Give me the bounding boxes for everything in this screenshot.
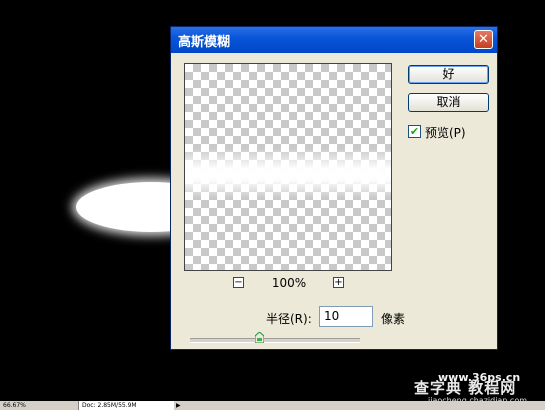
dialog-titlebar[interactable]: 高斯模糊 ✕ [171,27,497,53]
dialog-title: 高斯模糊 [178,35,231,50]
minus-icon: − [234,277,243,288]
gaussian-blur-dialog: 高斯模糊 ✕ − 100% + 好 取消 ✔ 预览(P) 半径(R): 10 像… [170,26,498,350]
plus-icon: + [334,277,343,288]
zoom-out-button[interactable]: − [233,277,244,288]
ok-button[interactable]: 好 [408,65,489,84]
status-bar: 66.67% Doc: 2.85M/55.9M ▶ [0,401,545,410]
doc-size-status: Doc: 2.85M/55.9M [78,401,174,410]
close-button[interactable]: ✕ [474,30,493,49]
status-menu-arrow-icon[interactable]: ▶ [176,401,181,410]
radius-slider-track[interactable] [190,338,360,343]
cancel-button[interactable]: 取消 [408,93,489,112]
preview-area[interactable] [184,63,392,271]
preview-label[interactable]: 预览(P) [425,124,466,141]
watermark-logo: 查字典 教程网 [414,379,517,397]
radius-input[interactable]: 10 [319,306,373,327]
zoom-in-button[interactable]: + [333,277,344,288]
preview-checkbox[interactable]: ✔ [408,125,421,138]
zoom-status[interactable]: 66.67% [3,401,26,410]
zoom-level: 100% [271,276,307,290]
radius-label: 半径(R): [266,312,312,326]
radius-unit-label: 像素 [381,312,406,326]
close-icon: ✕ [478,32,489,47]
radius-slider-thumb[interactable] [255,332,264,343]
blur-preview-band [185,148,391,198]
check-icon: ✔ [409,125,420,138]
